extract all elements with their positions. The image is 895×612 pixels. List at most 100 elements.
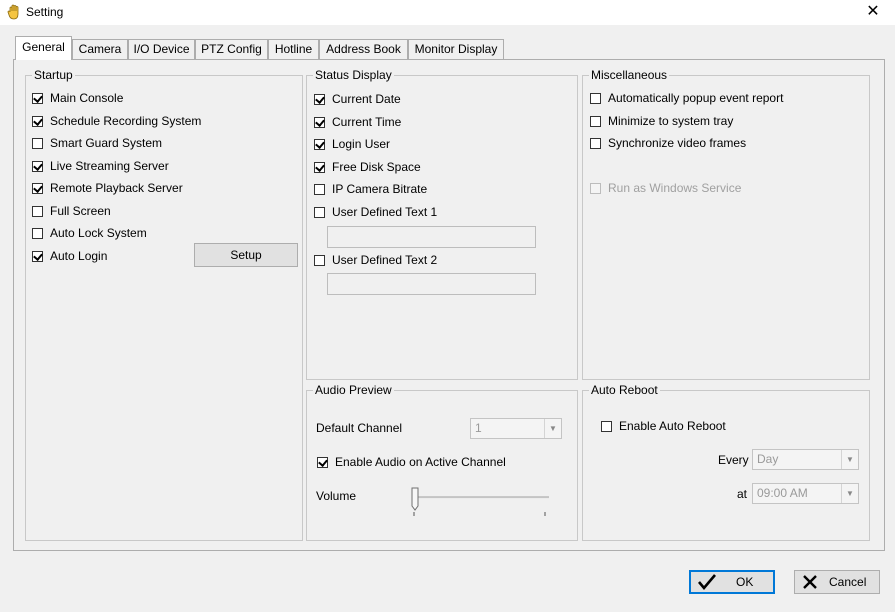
title-bar[interactable]	[0, 0, 895, 25]
checkbox-box[interactable]	[32, 182, 43, 194]
checkbox-label: Full Screen	[50, 204, 111, 218]
minimize-to-tray-checkbox[interactable]: Minimize to system tray	[590, 113, 733, 129]
startup-group-title: Startup	[32, 68, 75, 82]
x-mark-icon	[802, 574, 818, 593]
checkbox-box	[590, 182, 601, 194]
user-defined-text2-input[interactable]	[327, 273, 536, 295]
setup-button[interactable]: Setup	[194, 243, 298, 267]
checkbox-box[interactable]	[314, 183, 325, 195]
checkbox-label: User Defined Text 1	[332, 205, 438, 219]
ip-camera-bitrate-checkbox[interactable]: IP Camera Bitrate	[314, 181, 427, 197]
main-console-checkbox[interactable]: Main Console	[32, 90, 123, 106]
checkbox-box[interactable]	[32, 92, 43, 104]
checkbox-label: Main Console	[50, 91, 124, 105]
checkbox-box[interactable]	[314, 116, 325, 128]
user-defined-text2-checkbox[interactable]: User Defined Text 2	[314, 252, 437, 268]
every-label: Every	[718, 453, 749, 467]
tab-ptz-config[interactable]: PTZ Config	[195, 39, 268, 59]
every-select[interactable]: Day ▼	[752, 449, 859, 470]
close-icon[interactable]: ✕	[860, 2, 886, 22]
checkbox-box[interactable]	[590, 92, 601, 104]
smart-guard-checkbox[interactable]: Smart Guard System	[32, 135, 162, 151]
ok-button[interactable]: OK	[689, 570, 775, 594]
checkbox-label: Live Streaming Server	[50, 159, 169, 173]
checkbox-label: Enable Auto Reboot	[619, 419, 726, 433]
checkbox-label: Schedule Recording System	[50, 114, 202, 128]
default-channel-value: 1	[475, 421, 482, 435]
checkbox-box[interactable]	[32, 205, 43, 217]
checkbox-box[interactable]	[32, 250, 43, 262]
tab-hotline[interactable]: Hotline	[268, 39, 319, 59]
at-time-select[interactable]: 09:00 AM ▼	[752, 483, 859, 504]
current-time-checkbox[interactable]: Current Time	[314, 114, 401, 130]
checkbox-box[interactable]	[32, 137, 43, 149]
free-disk-space-checkbox[interactable]: Free Disk Space	[314, 159, 421, 175]
auto-reboot-group-title: Auto Reboot	[589, 383, 660, 397]
checkbox-label: Run as Windows Service	[608, 181, 742, 195]
cancel-button[interactable]: Cancel	[794, 570, 880, 594]
checkbox-label: Current Date	[332, 92, 401, 106]
sync-video-frames-checkbox[interactable]: Synchronize video frames	[590, 135, 746, 151]
login-user-checkbox[interactable]: Login User	[314, 136, 390, 152]
every-value: Day	[757, 452, 779, 466]
auto-popup-event-checkbox[interactable]: Automatically popup event report	[590, 90, 783, 106]
checkbox-label: Current Time	[332, 115, 402, 129]
tab-address-book[interactable]: Address Book	[319, 39, 408, 59]
app-hand-icon	[6, 4, 22, 20]
enable-audio-checkbox[interactable]: Enable Audio on Active Channel	[317, 454, 506, 470]
chevron-down-icon[interactable]: ▼	[544, 419, 561, 438]
enable-auto-reboot-checkbox[interactable]: Enable Auto Reboot	[601, 418, 726, 434]
tab-label: Hotline	[274, 42, 313, 56]
tab-monitor-display[interactable]: Monitor Display	[408, 39, 504, 59]
user-defined-text1-checkbox[interactable]: User Defined Text 1	[314, 204, 437, 220]
chevron-down-icon[interactable]: ▼	[841, 484, 858, 503]
remote-playback-checkbox[interactable]: Remote Playback Server	[32, 180, 183, 196]
checkmark-icon	[697, 573, 717, 594]
miscellaneous-group-title: Miscellaneous	[589, 68, 670, 82]
checkbox-label: Login User	[332, 137, 391, 151]
checkbox-box[interactable]	[314, 206, 325, 218]
full-screen-checkbox[interactable]: Full Screen	[32, 203, 111, 219]
checkbox-label: Synchronize video frames	[608, 136, 747, 150]
checkbox-label: Smart Guard System	[50, 136, 163, 150]
checkbox-label: User Defined Text 2	[332, 253, 438, 267]
chevron-down-icon[interactable]: ▼	[841, 450, 858, 469]
auto-login-checkbox[interactable]: Auto Login	[32, 248, 107, 264]
window-title: Setting	[26, 5, 64, 19]
checkbox-box[interactable]	[314, 254, 325, 266]
checkbox-label: IP Camera Bitrate	[332, 182, 428, 196]
checkbox-box[interactable]	[314, 138, 325, 150]
at-time-value: 09:00 AM	[757, 486, 808, 500]
tab-io-device[interactable]: I/O Device	[128, 39, 195, 59]
live-streaming-checkbox[interactable]: Live Streaming Server	[32, 158, 169, 174]
checkbox-box[interactable]	[317, 456, 328, 468]
checkbox-box[interactable]	[32, 160, 43, 172]
volume-slider[interactable]	[410, 486, 552, 518]
auto-lock-checkbox[interactable]: Auto Lock System	[32, 225, 147, 241]
tab-label: I/O Device	[133, 42, 190, 56]
checkbox-box[interactable]	[590, 115, 601, 127]
run-as-service-checkbox: Run as Windows Service	[590, 180, 741, 196]
volume-label: Volume	[316, 489, 357, 503]
cancel-button-label: Cancel	[829, 575, 867, 589]
checkbox-box[interactable]	[601, 420, 612, 432]
tab-label: General	[22, 40, 65, 54]
checkbox-box[interactable]	[314, 161, 325, 173]
checkbox-box[interactable]	[32, 115, 43, 127]
tab-general[interactable]: General	[15, 36, 72, 60]
user-defined-text1-input[interactable]	[327, 226, 536, 248]
checkbox-box[interactable]	[314, 93, 325, 105]
schedule-recording-checkbox[interactable]: Schedule Recording System	[32, 113, 201, 129]
tab-label: Address Book	[326, 42, 401, 56]
tab-label: PTZ Config	[201, 42, 262, 56]
checkbox-label: Enable Audio on Active Channel	[335, 455, 506, 469]
checkbox-label: Auto Lock System	[50, 226, 147, 240]
tab-label: Camera	[78, 42, 122, 56]
default-channel-select[interactable]: 1 ▼	[470, 418, 562, 439]
tab-camera[interactable]: Camera	[72, 39, 128, 59]
checkbox-box[interactable]	[32, 227, 43, 239]
checkbox-label: Free Disk Space	[332, 160, 421, 174]
current-date-checkbox[interactable]: Current Date	[314, 91, 401, 107]
at-label: at	[737, 487, 748, 501]
checkbox-box[interactable]	[590, 137, 601, 149]
